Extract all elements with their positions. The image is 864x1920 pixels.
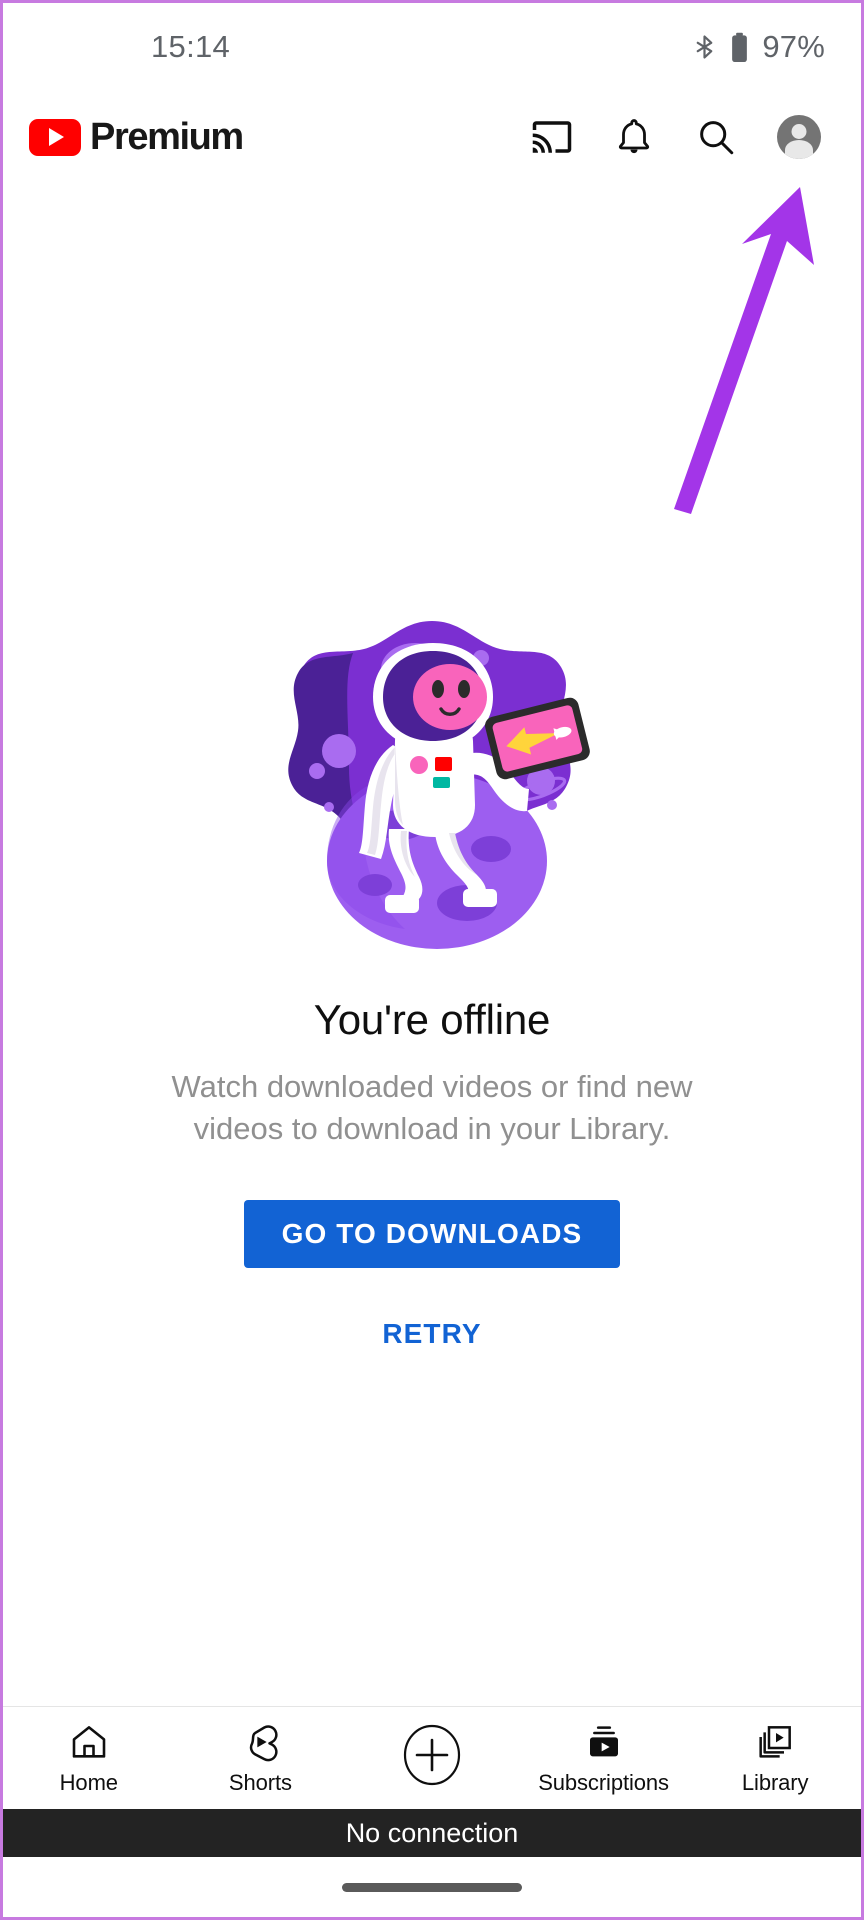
home-gesture-indicator[interactable] — [342, 1882, 522, 1892]
go-to-downloads-button[interactable]: GO TO DOWNLOADS — [243, 1199, 621, 1268]
subscriptions-icon — [584, 1721, 624, 1763]
youtube-premium-logo[interactable]: Premium — [29, 116, 244, 158]
system-gesture-bar — [3, 1857, 861, 1917]
phone-screen: 15:14 97% Premium You're offline Watch d… — [0, 0, 864, 1920]
battery-percent-label: 97% — [762, 29, 825, 64]
shorts-icon — [240, 1721, 280, 1763]
astronaut-on-moon-illustration — [267, 613, 597, 968]
brand-label: Premium — [90, 116, 244, 158]
account-avatar[interactable] — [777, 115, 821, 159]
cast-icon[interactable] — [531, 116, 573, 158]
bluetooth-icon — [692, 32, 717, 62]
nav-item-library[interactable]: Library — [689, 1721, 861, 1796]
nav-item-subscriptions[interactable]: Subscriptions — [518, 1721, 690, 1796]
home-icon — [69, 1721, 109, 1763]
offline-empty-state: You're offline Watch downloaded videos o… — [3, 183, 861, 1749]
empty-state-description: Watch downloaded videos or find new vide… — [171, 1069, 693, 1146]
nav-item-home[interactable]: Home — [3, 1721, 175, 1796]
youtube-play-icon — [29, 118, 81, 156]
avatar-body-shape — [785, 140, 813, 159]
nav-label-subscriptions: Subscriptions — [538, 1769, 669, 1795]
search-icon[interactable] — [695, 116, 737, 158]
create-plus-icon — [402, 1724, 462, 1785]
nav-item-create[interactable] — [346, 1724, 518, 1785]
bottom-navigation-bar: Home Shorts Subscriptions Library — [3, 1706, 861, 1809]
status-bar-right-cluster: 97% — [692, 29, 825, 65]
avatar-head-shape — [791, 124, 807, 139]
status-bar-clock: 15:14 — [151, 29, 231, 64]
battery-icon — [730, 32, 749, 63]
nav-label-shorts: Shorts — [228, 1769, 292, 1795]
status-bar: 15:14 97% — [3, 3, 861, 91]
library-icon — [755, 1721, 795, 1763]
snackbar-message: No connection — [345, 1817, 519, 1848]
app-bar-actions — [531, 115, 837, 159]
notifications-bell-icon[interactable] — [613, 116, 655, 158]
no-connection-snackbar: No connection — [3, 1809, 861, 1857]
nav-label-home: Home — [59, 1769, 118, 1795]
page-title: You're offline — [313, 996, 551, 1043]
retry-button[interactable]: RETRY — [362, 1308, 501, 1360]
app-bar: Premium — [3, 91, 861, 183]
nav-item-shorts[interactable]: Shorts — [175, 1721, 347, 1796]
nav-label-library: Library — [741, 1769, 809, 1795]
